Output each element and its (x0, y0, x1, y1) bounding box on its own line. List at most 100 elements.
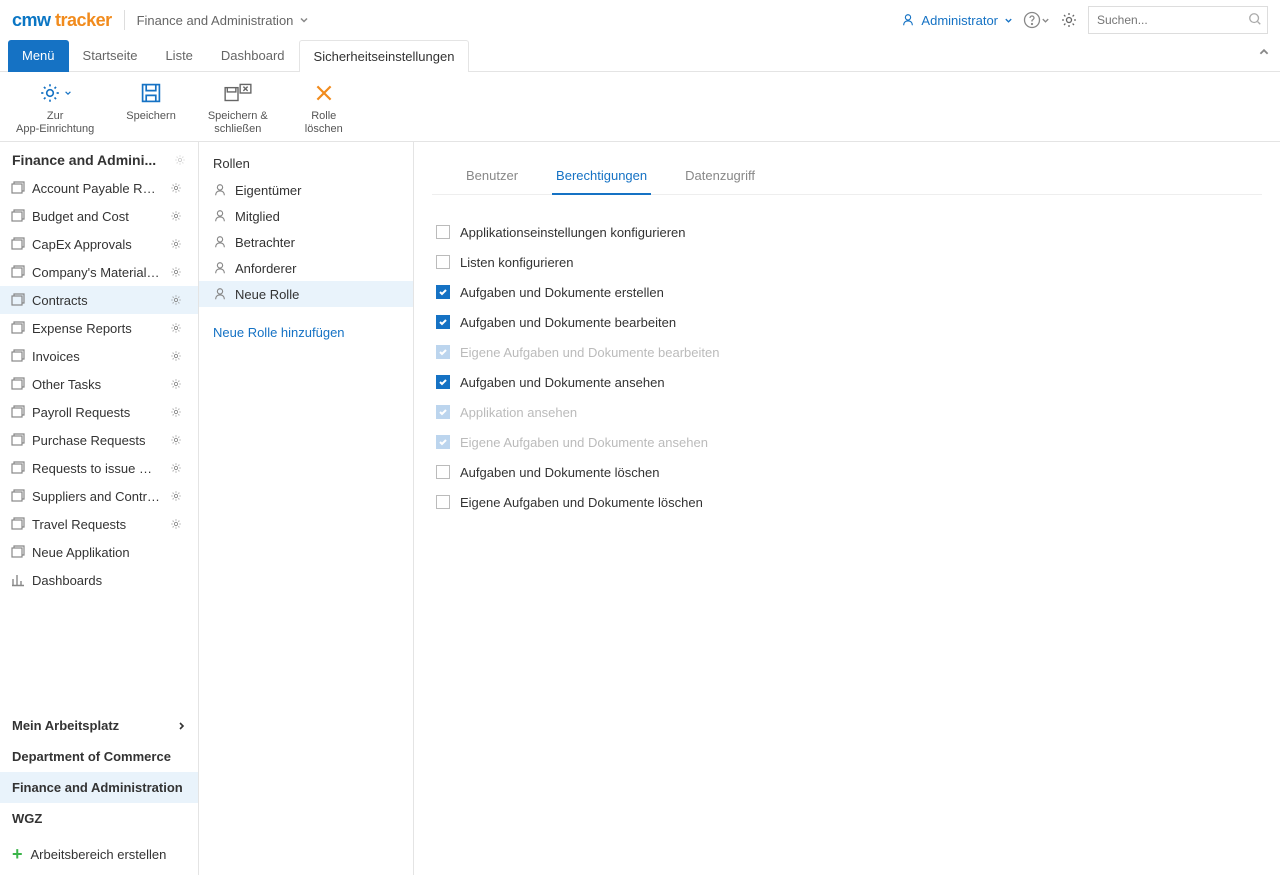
sidebar-item-label: Travel Requests (32, 517, 162, 532)
layers-icon (10, 516, 26, 532)
chevron-down-icon (1004, 16, 1013, 25)
save-close-button[interactable]: Speichern &schließen (202, 78, 274, 137)
search-input[interactable] (1088, 6, 1268, 34)
gear-icon[interactable] (170, 294, 182, 306)
permission-label: Eigene Aufgaben und Dokumente ansehen (460, 435, 708, 450)
permission-label: Aufgaben und Dokumente ansehen (460, 375, 665, 390)
workspace-item[interactable]: Mein Arbeitsplatz (0, 710, 198, 741)
checkbox[interactable] (436, 495, 450, 509)
gear-icon[interactable] (170, 350, 182, 362)
gear-icon (38, 82, 62, 104)
new-application-button[interactable]: Neue Applikation (0, 538, 198, 566)
permission-row[interactable]: Applikationseinstellungen konfigurieren (436, 217, 1258, 247)
permission-label: Aufgaben und Dokumente löschen (460, 465, 659, 480)
checkbox[interactable] (436, 465, 450, 479)
sidebar-item[interactable]: Invoices (0, 342, 198, 370)
layers-icon (10, 292, 26, 308)
role-item[interactable]: Neue Rolle (199, 281, 413, 307)
gear-icon[interactable] (170, 490, 182, 502)
settings-button[interactable] (1060, 11, 1078, 29)
add-role-link[interactable]: Neue Rolle hinzufügen (199, 307, 413, 358)
checkbox (436, 345, 450, 359)
permission-row[interactable]: Aufgaben und Dokumente löschen (436, 457, 1258, 487)
sidebar-item[interactable]: Purchase Requests (0, 426, 198, 454)
sidebar-item[interactable]: Account Payable Requ... (0, 174, 198, 202)
checkbox[interactable] (436, 255, 450, 269)
permission-row[interactable]: Eigene Aufgaben und Dokumente löschen (436, 487, 1258, 517)
permission-row[interactable]: Aufgaben und Dokumente bearbeiten (436, 307, 1258, 337)
save-button[interactable]: Speichern (120, 78, 182, 125)
roles-panel: Rollen EigentümerMitgliedBetrachterAnfor… (199, 142, 414, 875)
delete-role-button[interactable]: Rollelöschen (294, 78, 354, 137)
header-right: Administrator (901, 6, 1268, 34)
gear-icon[interactable] (170, 238, 182, 250)
tab-benutzer[interactable]: Benutzer (462, 160, 522, 194)
checkbox[interactable] (436, 315, 450, 329)
gear-icon[interactable] (170, 434, 182, 446)
sidebar-item[interactable]: Payroll Requests (0, 398, 198, 426)
layers-icon (10, 404, 26, 420)
gear-icon[interactable] (170, 378, 182, 390)
collapse-ribbon-button[interactable] (1258, 46, 1270, 61)
chart-icon (10, 572, 26, 588)
create-workspace-button[interactable]: + Arbeitsbereich erstellen (0, 834, 198, 875)
role-item[interactable]: Anforderer (199, 255, 413, 281)
sidebar-item[interactable]: Contracts (0, 286, 198, 314)
checkbox (436, 405, 450, 419)
workspace-item[interactable]: WGZ (0, 803, 198, 834)
permission-row[interactable]: Aufgaben und Dokumente ansehen (436, 367, 1258, 397)
role-label: Neue Rolle (235, 287, 299, 302)
role-item[interactable]: Eigentümer (199, 177, 413, 203)
user-icon (213, 287, 227, 301)
top-header: cmw tracker Finance and Administration A… (0, 0, 1280, 40)
sidebar-item[interactable]: Other Tasks (0, 370, 198, 398)
checkbox[interactable] (436, 285, 450, 299)
workspace-label: Department of Commerce (12, 749, 171, 764)
gear-icon[interactable] (170, 210, 182, 222)
nav-tab-startseite[interactable]: Startseite (69, 40, 152, 72)
sidebar-item-label: Purchase Requests (32, 433, 162, 448)
tab-datenzugriff[interactable]: Datenzugriff (681, 160, 759, 194)
sidebar-item[interactable]: CapEx Approvals (0, 230, 198, 258)
sidebar-item[interactable]: Expense Reports (0, 314, 198, 342)
workspace-item[interactable]: Finance and Administration (0, 772, 198, 803)
nav-tab-sicherheit[interactable]: Sicherheitseinstellungen (299, 40, 470, 72)
user-icon (213, 183, 227, 197)
menu-button[interactable]: Menü (8, 40, 69, 72)
role-item[interactable]: Mitglied (199, 203, 413, 229)
to-app-setup-button[interactable]: ZurApp-Einrichtung (10, 78, 100, 137)
checkbox[interactable] (436, 225, 450, 239)
nav-tab-dashboard[interactable]: Dashboard (207, 40, 299, 72)
app-breadcrumb[interactable]: Finance and Administration (137, 13, 310, 28)
gear-icon[interactable] (170, 322, 182, 334)
save-icon (139, 81, 163, 105)
permission-row: Applikation ansehen (436, 397, 1258, 427)
search-icon[interactable] (1248, 12, 1262, 29)
workspace-list: Mein Arbeitsplatz Department of Commerce F… (0, 710, 198, 875)
gear-icon[interactable] (170, 462, 182, 474)
permission-label: Eigene Aufgaben und Dokumente bearbeiten (460, 345, 719, 360)
sidebar-item-label: Company's Material A... (32, 265, 162, 280)
workspace-item[interactable]: Department of Commerce (0, 741, 198, 772)
role-item[interactable]: Betrachter (199, 229, 413, 255)
sidebar-item[interactable]: Travel Requests (0, 510, 198, 538)
gear-icon[interactable] (170, 406, 182, 418)
sidebar-item[interactable]: Company's Material A... (0, 258, 198, 286)
gear-icon[interactable] (170, 518, 182, 530)
permission-row[interactable]: Listen konfigurieren (436, 247, 1258, 277)
nav-tab-liste[interactable]: Liste (151, 40, 206, 72)
checkbox[interactable] (436, 375, 450, 389)
tab-berechtigungen[interactable]: Berechtigungen (552, 160, 651, 195)
gear-icon[interactable] (174, 154, 186, 166)
user-menu[interactable]: Administrator (901, 13, 1013, 28)
gear-icon[interactable] (170, 266, 182, 278)
sidebar-item[interactable]: Requests to issue Mat... (0, 454, 198, 482)
dashboards-button[interactable]: Dashboards (0, 566, 198, 594)
chevron-down-icon (1041, 16, 1050, 25)
plus-icon: + (12, 844, 23, 865)
gear-icon[interactable] (170, 182, 182, 194)
permission-row[interactable]: Aufgaben und Dokumente erstellen (436, 277, 1258, 307)
sidebar-item[interactable]: Suppliers and Contrac... (0, 482, 198, 510)
help-button[interactable] (1023, 11, 1050, 29)
sidebar-item[interactable]: Budget and Cost (0, 202, 198, 230)
